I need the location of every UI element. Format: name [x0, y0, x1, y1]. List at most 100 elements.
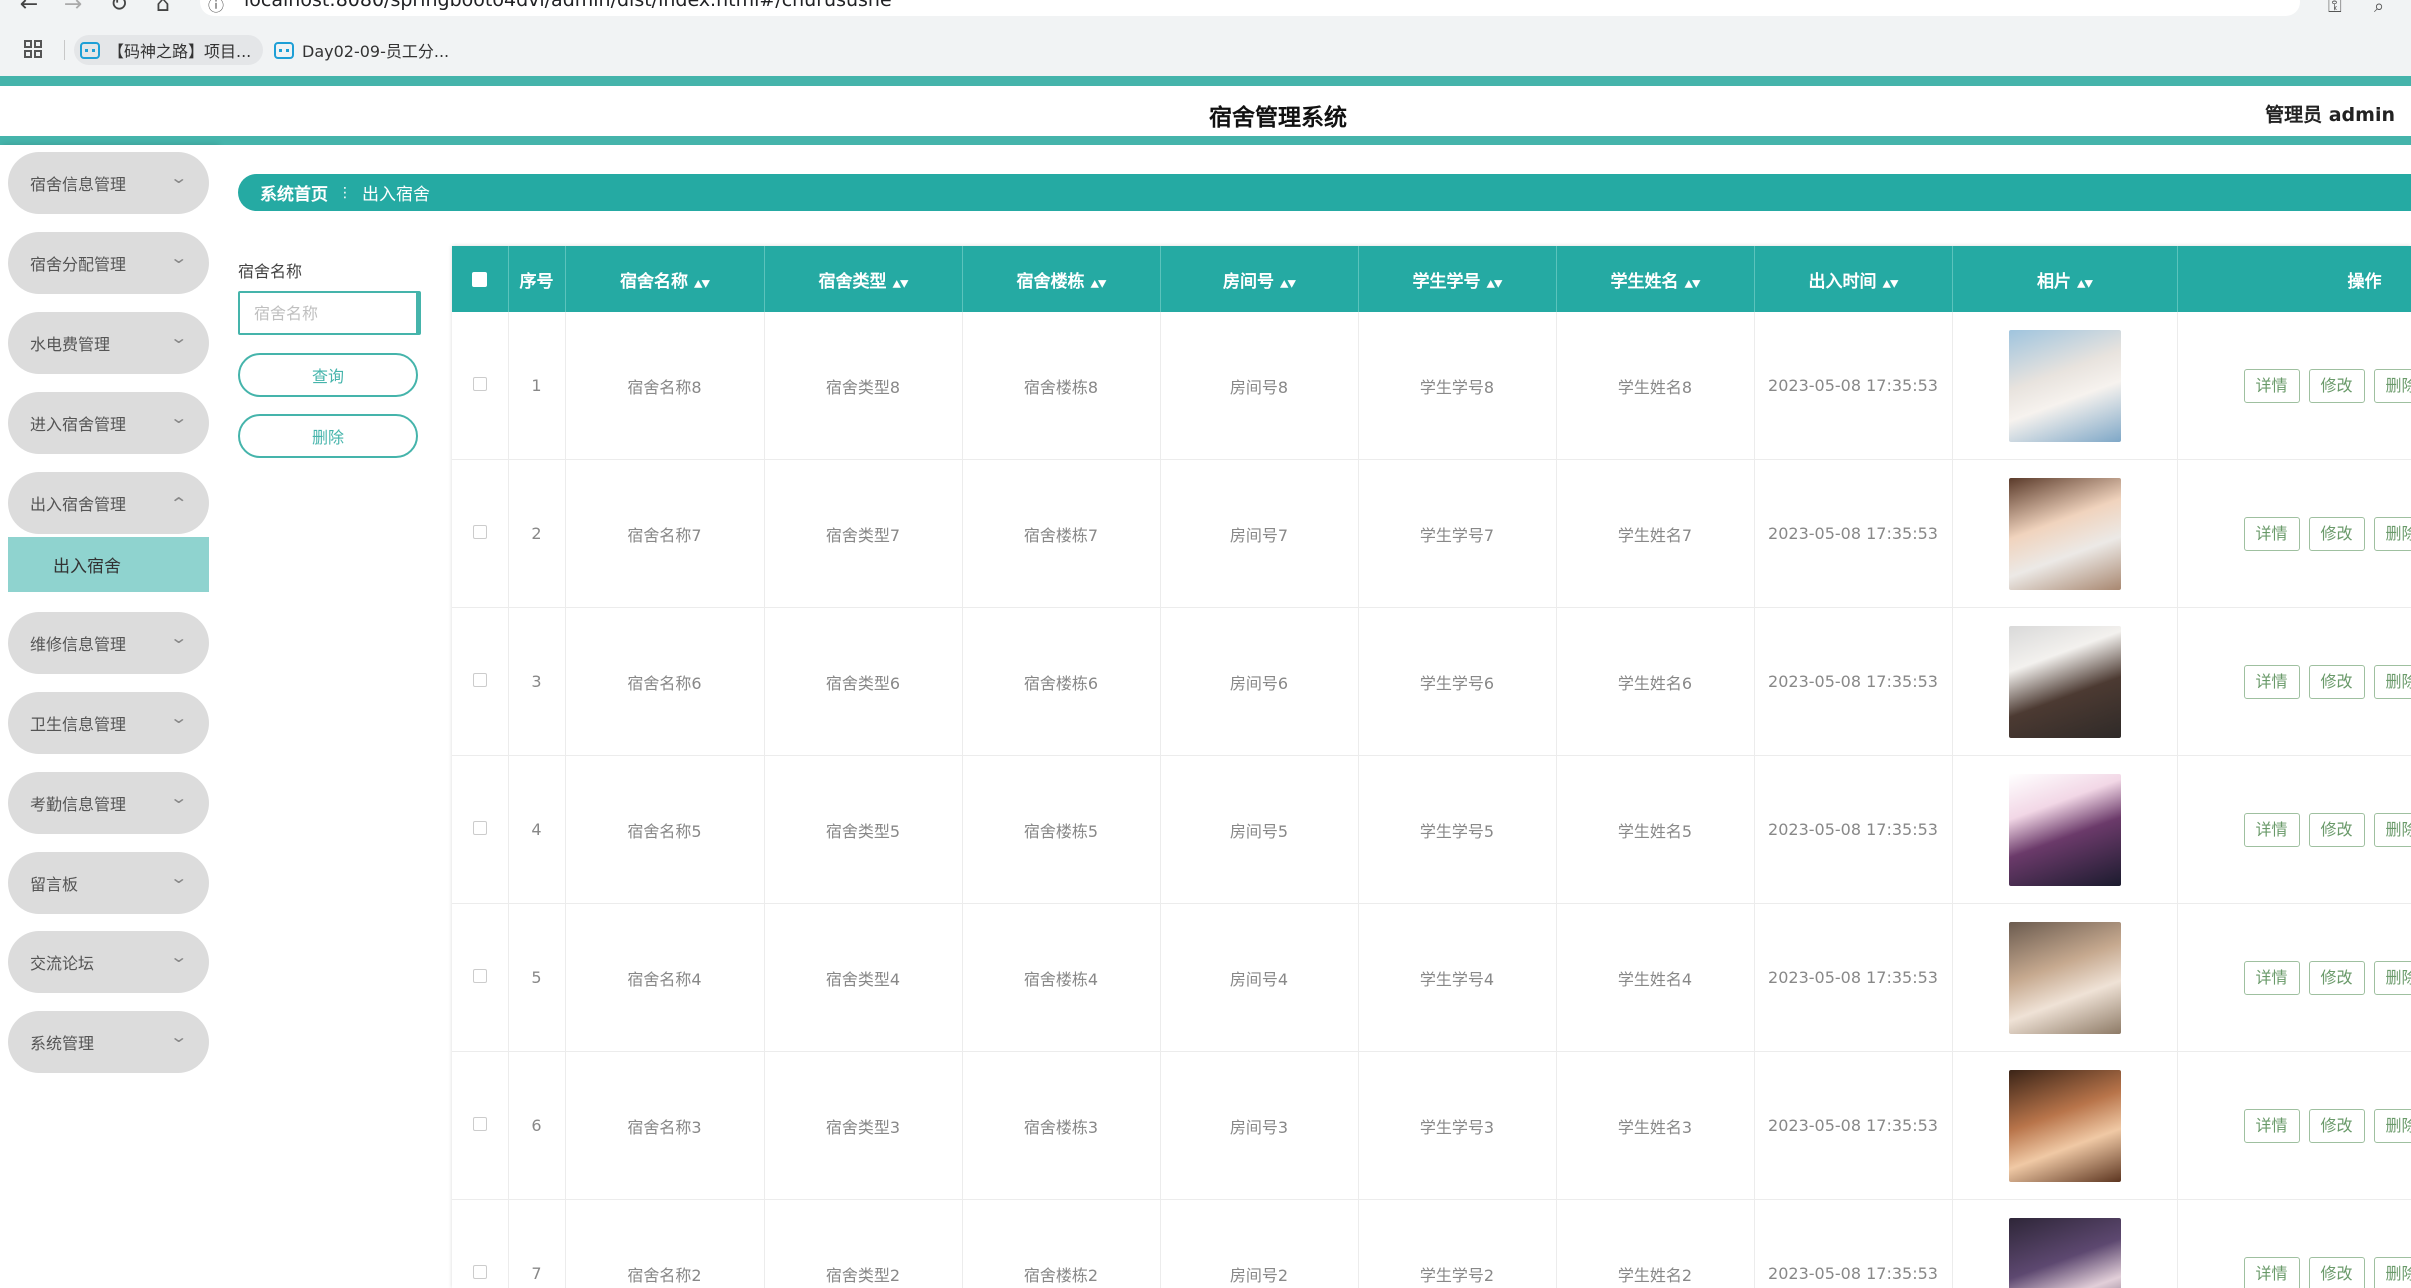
- cell-photo: [1952, 755, 2178, 904]
- col-header-room[interactable]: 房间号 ▲▼: [1160, 246, 1359, 312]
- reload-icon[interactable]: ↻: [104, 0, 134, 16]
- col-header-time[interactable]: 出入时间 ▲▼: [1754, 246, 1953, 312]
- sidebar-item-label: 宿舍分配管理: [30, 255, 127, 274]
- cell-name: 宿舍名称8: [565, 312, 765, 460]
- student-photo[interactable]: [2008, 625, 2121, 738]
- edit-button[interactable]: 修改: [2308, 812, 2365, 847]
- sidebar-item-forum[interactable]: 交流论坛 ⌄: [8, 931, 209, 993]
- col-header-dorm-name[interactable]: 宿舍名称 ▲▼: [565, 246, 765, 312]
- cell-room: 房间号3: [1160, 1051, 1359, 1200]
- sort-icon[interactable]: ▲▼: [1091, 277, 1107, 289]
- row-select-checkbox[interactable]: [452, 607, 509, 756]
- cell-actions: 详情 修改 删除: [2177, 903, 2411, 1052]
- cell-student-id: 学生学号5: [1358, 755, 1557, 904]
- breadcrumb-home[interactable]: 系统首页: [260, 180, 328, 205]
- sidebar-item-system-admin[interactable]: 系统管理 ⌄: [8, 1011, 209, 1073]
- zoom-icon[interactable]: ⌕: [2374, 0, 2384, 17]
- cell-name: 宿舍名称3: [565, 1051, 765, 1200]
- cell-time: 2023-05-08 17:35:53: [1754, 607, 1953, 756]
- row-select-checkbox[interactable]: [452, 312, 509, 460]
- student-photo[interactable]: [2008, 1217, 2121, 1288]
- sort-icon[interactable]: ▲▼: [1280, 277, 1296, 289]
- col-header-student-name[interactable]: 学生姓名 ▲▼: [1556, 246, 1755, 312]
- site-info-icon[interactable]: ⓘ: [208, 0, 224, 16]
- sort-icon[interactable]: ▲▼: [1487, 277, 1503, 289]
- cell-actions: 详情 修改 删除: [2177, 1051, 2411, 1200]
- student-photo[interactable]: [2008, 921, 2121, 1034]
- row-delete-button[interactable]: 删除: [2373, 516, 2411, 551]
- row-select-checkbox[interactable]: [452, 903, 509, 1052]
- address-bar[interactable]: ⓘ localhost:8080/springbooto4dvi/admin/d…: [200, 0, 2300, 16]
- cell-student-id: 学生学号7: [1358, 459, 1557, 608]
- search-button[interactable]: 查询: [238, 353, 418, 397]
- select-all-checkbox[interactable]: [452, 246, 509, 312]
- col-header-dorm-type[interactable]: 宿舍类型 ▲▼: [764, 246, 963, 312]
- cell-room: 房间号7: [1160, 459, 1359, 608]
- home-icon[interactable]: ⌂: [148, 0, 178, 16]
- row-select-checkbox[interactable]: [452, 459, 509, 608]
- sidebar-item-hygiene-info[interactable]: 卫生信息管理 ⌄: [8, 692, 209, 754]
- col-header-ops: 操作: [2177, 246, 2411, 312]
- sidebar-item-in-out-dorm[interactable]: 出入宿舍管理 ⌃: [8, 472, 209, 534]
- sidebar-item-message-board[interactable]: 留言板 ⌄: [8, 852, 209, 914]
- row-select-checkbox[interactable]: [452, 1051, 509, 1200]
- password-key-icon[interactable]: ⚿: [2328, 0, 2342, 17]
- student-photo[interactable]: [2008, 477, 2121, 590]
- cell-name: 宿舍名称2: [565, 1199, 765, 1288]
- student-photo[interactable]: [2008, 773, 2121, 886]
- apps-grid-icon[interactable]: [24, 40, 42, 58]
- student-photo[interactable]: [2008, 329, 2121, 442]
- back-icon[interactable]: ←: [14, 0, 44, 16]
- student-photo[interactable]: [2008, 1069, 2121, 1182]
- sidebar-item-repair-info[interactable]: 维修信息管理 ⌄: [8, 612, 209, 674]
- bookmark-item[interactable]: 【码神之路】项目...: [74, 35, 264, 65]
- browser-toolbar: ← → ↻ ⌂ ⓘ localhost:8080/springbooto4dvi…: [0, 0, 2411, 85]
- address-text[interactable]: localhost:8080/springbooto4dvi/admin/dis…: [244, 0, 892, 11]
- admin-user-label[interactable]: 管理员 admin: [2265, 100, 2395, 127]
- col-header-building[interactable]: 宿舍楼栋 ▲▼: [962, 246, 1161, 312]
- bookmark-item[interactable]: Day02-09-员工分...: [268, 35, 461, 65]
- header-top-stripe: [0, 76, 2411, 86]
- edit-button[interactable]: 修改: [2308, 368, 2365, 403]
- row-delete-button[interactable]: 删除: [2373, 1256, 2411, 1288]
- delete-button[interactable]: 删除: [238, 414, 418, 458]
- row-select-checkbox[interactable]: [452, 1199, 509, 1288]
- sidebar-item-dorm-info[interactable]: 宿舍信息管理 ⌄: [8, 152, 209, 214]
- edit-button[interactable]: 修改: [2308, 516, 2365, 551]
- cell-student-id: 学生学号6: [1358, 607, 1557, 756]
- detail-button[interactable]: 详情: [2243, 812, 2300, 847]
- sidebar-item-enter-dorm[interactable]: 进入宿舍管理 ⌄: [8, 392, 209, 454]
- detail-button[interactable]: 详情: [2243, 516, 2300, 551]
- sort-icon[interactable]: ▲▼: [1883, 277, 1899, 289]
- detail-button[interactable]: 详情: [2243, 1108, 2300, 1143]
- edit-button[interactable]: 修改: [2308, 664, 2365, 699]
- forward-icon[interactable]: →: [58, 0, 88, 16]
- detail-button[interactable]: 详情: [2243, 368, 2300, 403]
- row-delete-button[interactable]: 删除: [2373, 664, 2411, 699]
- search-field-label: 宿舍名称: [238, 262, 303, 281]
- col-header-photo[interactable]: 相片 ▲▼: [1952, 246, 2178, 312]
- row-select-checkbox[interactable]: [452, 755, 509, 904]
- sort-icon[interactable]: ▲▼: [2077, 277, 2093, 289]
- row-delete-button[interactable]: 删除: [2373, 812, 2411, 847]
- col-header-student-id[interactable]: 学生学号 ▲▼: [1358, 246, 1557, 312]
- sidebar-subitem-in-out-dorm[interactable]: 出入宿舍: [8, 537, 209, 592]
- cell-student-name: 学生姓名6: [1556, 607, 1755, 756]
- row-delete-button[interactable]: 删除: [2373, 960, 2411, 995]
- sort-icon[interactable]: ▲▼: [893, 277, 909, 289]
- edit-button[interactable]: 修改: [2308, 960, 2365, 995]
- edit-button[interactable]: 修改: [2308, 1256, 2365, 1288]
- row-delete-button[interactable]: 删除: [2373, 368, 2411, 403]
- detail-button[interactable]: 详情: [2243, 664, 2300, 699]
- row-delete-button[interactable]: 删除: [2373, 1108, 2411, 1143]
- sidebar-item-utility-fees[interactable]: 水电费管理 ⌄: [8, 312, 209, 374]
- detail-button[interactable]: 详情: [2243, 1256, 2300, 1288]
- dorm-name-search-input[interactable]: [238, 291, 421, 335]
- sidebar-item-dorm-allocation[interactable]: 宿舍分配管理 ⌄: [8, 232, 209, 294]
- edit-button[interactable]: 修改: [2308, 1108, 2365, 1143]
- sidebar-item-label: 出入宿舍管理: [30, 495, 127, 514]
- sort-icon[interactable]: ▲▼: [1685, 277, 1701, 289]
- sidebar-item-attendance-info[interactable]: 考勤信息管理 ⌄: [8, 772, 209, 834]
- detail-button[interactable]: 详情: [2243, 960, 2300, 995]
- sort-icon[interactable]: ▲▼: [694, 277, 710, 289]
